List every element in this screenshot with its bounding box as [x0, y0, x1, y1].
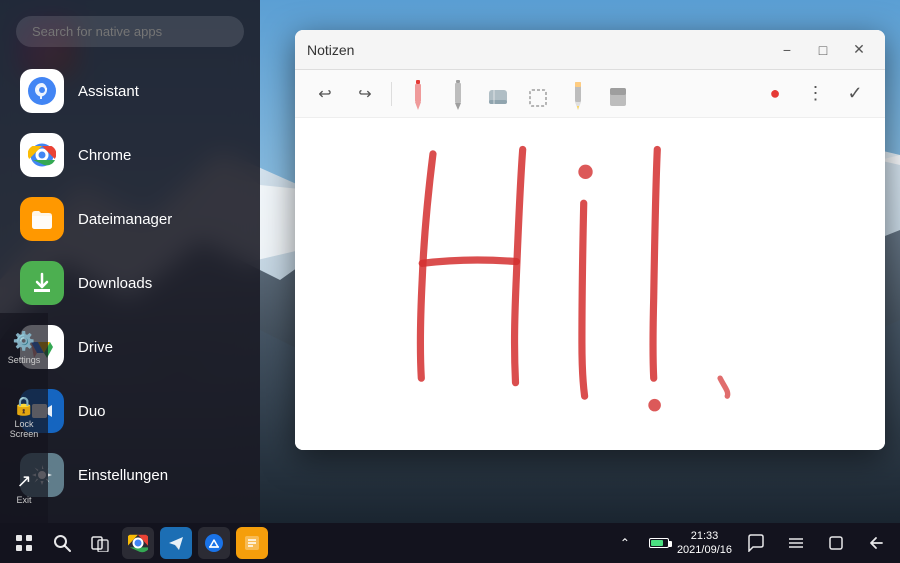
- chat-icon: [747, 534, 765, 552]
- notes-titlebar: Notizen − □ ✕: [295, 30, 885, 70]
- status-time: 21:33 2021/09/16: [677, 529, 732, 558]
- chrome-label: Chrome: [78, 147, 131, 164]
- telegram-button[interactable]: [160, 527, 192, 559]
- exit-action[interactable]: ↗ Exit: [0, 453, 48, 523]
- block-tool[interactable]: [600, 76, 636, 112]
- chrome-taskbar-icon: [128, 533, 148, 553]
- assistant-icon: [20, 69, 64, 113]
- folder-icon-svg: [29, 206, 55, 232]
- battery-body: [649, 538, 669, 548]
- taskbar-left: [8, 527, 268, 559]
- home-icon: [828, 535, 844, 551]
- notes-title: Notizen: [307, 42, 773, 58]
- chrome-icon-svg: [28, 141, 56, 169]
- undo-button[interactable]: ↩: [307, 76, 343, 112]
- eraser-icon: [487, 82, 509, 110]
- left-sidebar: ⚙️ Settings 🔒 LockScreen ↗ Exit: [0, 313, 48, 523]
- pencil-icon: [572, 80, 584, 110]
- menu-icon: [787, 534, 805, 552]
- chat-button[interactable]: [740, 527, 772, 559]
- pen-red-tool[interactable]: [400, 76, 436, 112]
- chevron-up-button[interactable]: ⌃: [609, 527, 641, 559]
- app-item-assistant[interactable]: Assistant: [8, 59, 252, 123]
- exit-icon: ↗: [16, 471, 31, 492]
- pen-red-icon: [410, 80, 426, 110]
- app-item-dateimanager[interactable]: Dateimanager: [8, 187, 252, 251]
- back-button[interactable]: [860, 527, 892, 559]
- apps-grid-button[interactable]: [8, 527, 40, 559]
- settings-icon: ⚙️: [13, 331, 35, 352]
- check-button[interactable]: ✓: [837, 76, 873, 112]
- eraser-tool[interactable]: [480, 76, 516, 112]
- back-icon: [868, 535, 884, 551]
- downloads-icon: [20, 261, 64, 305]
- chrome-icon: [20, 133, 64, 177]
- downloads-label: Downloads: [78, 275, 152, 292]
- notes-taskbar-button[interactable]: [236, 527, 268, 559]
- assistant-label: Assistant: [78, 83, 139, 100]
- exit-label: Exit: [16, 495, 31, 505]
- search-button[interactable]: [46, 527, 78, 559]
- recents-icon: [91, 534, 109, 552]
- menu-button[interactable]: [780, 527, 812, 559]
- notes-toolbar: ↩ ↪: [295, 70, 885, 118]
- launcher-search-input[interactable]: [16, 16, 244, 47]
- record-button[interactable]: ●: [757, 76, 793, 112]
- pencil-tool[interactable]: [560, 76, 596, 112]
- download-icon-svg: [29, 270, 55, 296]
- taskbar-right: ⌃ 21:33 2021/09/16: [609, 527, 892, 559]
- more-button[interactable]: ⋮: [797, 76, 833, 112]
- toolbar-sep-1: [391, 82, 392, 106]
- minimize-button[interactable]: −: [773, 36, 801, 64]
- assistant-icon-svg: [28, 77, 56, 105]
- apps-grid-icon: [15, 534, 33, 552]
- pen-gray-icon: [452, 80, 464, 110]
- time-display: 21:33: [677, 529, 732, 543]
- redo-button[interactable]: ↪: [347, 76, 383, 112]
- lock-screen-label: LockScreen: [10, 420, 39, 440]
- window-controls: − □ ✕: [773, 36, 873, 64]
- telegram-icon: [167, 534, 185, 552]
- chrome-taskbar-button[interactable]: [122, 527, 154, 559]
- battery-fill: [651, 540, 663, 546]
- recents-button[interactable]: [84, 527, 116, 559]
- battery-indicator: [649, 538, 669, 548]
- settings-label: Settings: [8, 355, 41, 365]
- appstore-button[interactable]: [198, 527, 230, 559]
- appstore-icon: [204, 533, 224, 553]
- date-display: 2021/09/16: [677, 543, 732, 557]
- maximize-button[interactable]: □: [809, 36, 837, 64]
- selector-icon: [527, 82, 549, 110]
- drive-label: Drive: [78, 339, 113, 356]
- dateimanager-icon: [20, 197, 64, 241]
- einstellungen-label: Einstellungen: [78, 467, 168, 484]
- search-icon: [53, 534, 71, 552]
- app-item-downloads[interactable]: Downloads: [8, 251, 252, 315]
- drawing-svg: [295, 118, 885, 450]
- settings-action[interactable]: ⚙️ Settings: [0, 313, 48, 383]
- duo-label: Duo: [78, 403, 106, 420]
- notes-canvas[interactable]: [295, 118, 885, 450]
- lock-icon: 🔒: [13, 396, 35, 417]
- lock-screen-action[interactable]: 🔒 LockScreen: [0, 383, 48, 453]
- block-icon: [607, 82, 629, 110]
- app-item-chrome[interactable]: Chrome: [8, 123, 252, 187]
- close-button[interactable]: ✕: [845, 36, 873, 64]
- pen-gray-tool[interactable]: [440, 76, 476, 112]
- home-button[interactable]: [820, 527, 852, 559]
- dateimanager-label: Dateimanager: [78, 211, 172, 228]
- taskbar: ⌃ 21:33 2021/09/16: [0, 523, 900, 563]
- selector-tool[interactable]: [520, 76, 556, 112]
- notes-taskbar-icon: [243, 534, 261, 552]
- notes-window: Notizen − □ ✕ ↩ ↪: [295, 30, 885, 450]
